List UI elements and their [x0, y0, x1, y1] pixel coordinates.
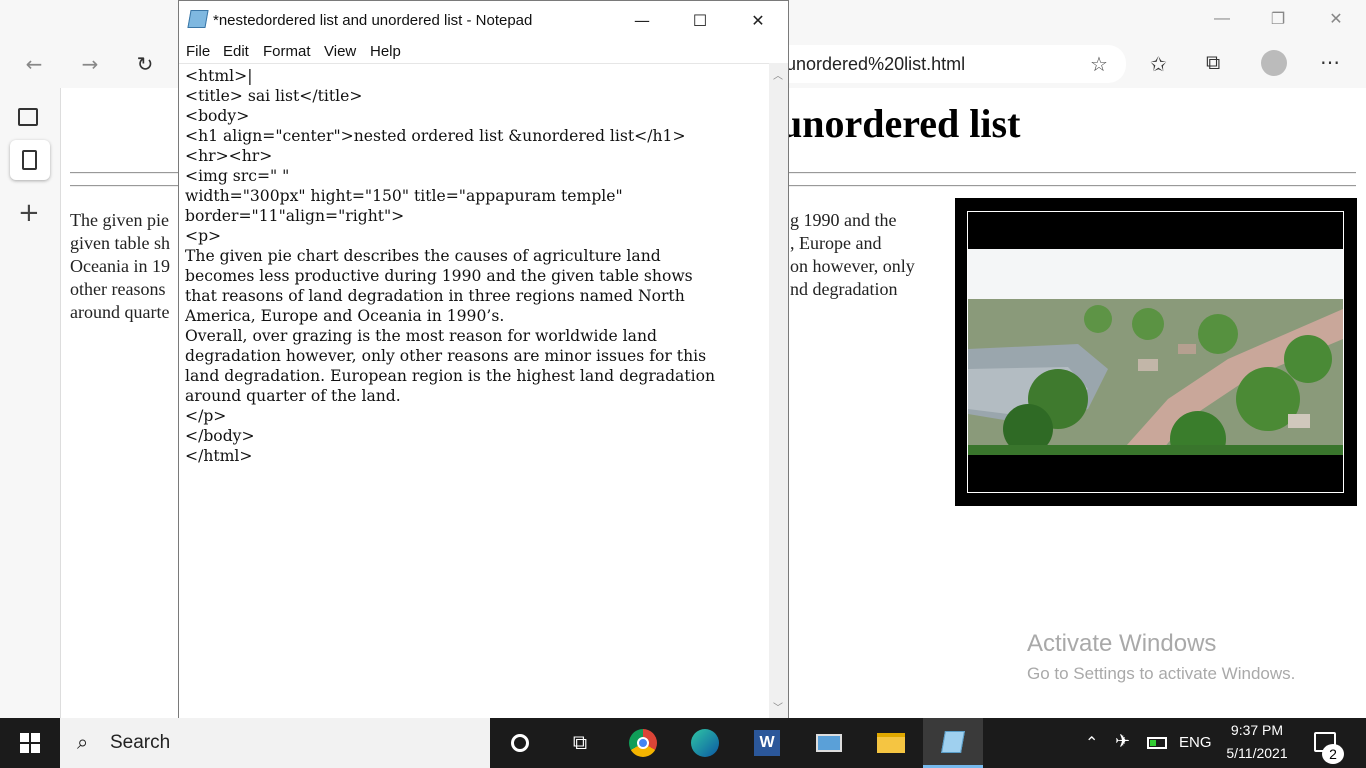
activate-windows-title: Activate Windows	[1027, 630, 1217, 657]
scroll-down-icon[interactable]: ﹀	[773, 699, 783, 714]
menu-help[interactable]: Help	[370, 43, 401, 60]
code-line: becomes less productive during 1990 and …	[185, 267, 693, 285]
code-line: degradation however, only other reasons …	[185, 347, 707, 365]
code-line: border="11"align="right">	[185, 207, 405, 225]
code-line: around quarter of the land.	[185, 387, 401, 405]
menu-file[interactable]: File	[186, 43, 210, 60]
activate-windows-subtitle: Go to Settings to activate Windows.	[1027, 664, 1296, 683]
battery-icon[interactable]	[1147, 737, 1167, 749]
aerial-town-photo	[968, 249, 1343, 455]
desktop-app-icon[interactable]	[799, 718, 859, 768]
code-line: land degradation. European region is the…	[185, 367, 716, 385]
clock-date[interactable]: 5/11/2021	[1222, 745, 1292, 761]
code-line: <img src=" "	[185, 167, 290, 185]
windows-start-icon[interactable]	[20, 733, 40, 753]
minimize-icon[interactable]: —	[1202, 6, 1242, 32]
notepad-window: *nestedordered list and unordered list -…	[178, 0, 789, 718]
menu-edit[interactable]: Edit	[223, 43, 249, 60]
code-line: </html>	[185, 447, 253, 465]
minimize-icon[interactable]: —	[619, 5, 665, 35]
scroll-up-icon[interactable]: ︿	[773, 67, 783, 82]
edge-icon[interactable]	[675, 718, 735, 768]
chrome-icon[interactable]	[613, 718, 673, 768]
page-icon	[22, 150, 37, 170]
back-icon[interactable]: ←	[20, 50, 48, 78]
notepad-titlebar[interactable]: *nestedordered list and unordered list -…	[179, 1, 788, 39]
vertical-tab-active[interactable]	[10, 140, 50, 180]
notepad-text-area[interactable]: <html>| <title> sai list</title> <body> <h1…	[179, 63, 769, 718]
refresh-icon[interactable]: ↻	[131, 50, 159, 78]
page-heading: unordered list	[780, 101, 1021, 146]
notepad-taskbar-icon[interactable]	[923, 718, 983, 768]
code-line: <hr><hr>	[185, 147, 273, 165]
profile-avatar[interactable]	[1261, 50, 1287, 76]
task-view-icon[interactable]: ⧉	[550, 718, 610, 768]
add-favorite-icon[interactable]: ☆	[1090, 52, 1108, 77]
airplane-mode-icon[interactable]: ✈	[1115, 731, 1130, 752]
code-line: </p>	[185, 407, 227, 425]
search-label: Search	[110, 732, 171, 753]
clock-time[interactable]: 9:37 PM	[1222, 722, 1292, 738]
cortana-icon[interactable]	[490, 718, 550, 768]
address-text[interactable]: unordered%20list.html	[786, 54, 965, 75]
menu-view[interactable]: View	[324, 43, 356, 60]
code-text: <html>| <title> sai list</title> <body> <h1…	[185, 66, 715, 466]
menu-format[interactable]: Format	[263, 43, 311, 60]
close-icon[interactable]: ✕	[1316, 6, 1356, 32]
code-line: width="300px" hight="150" title="appapur…	[185, 187, 623, 205]
forward-icon[interactable]: →	[76, 50, 104, 78]
favorites-icon[interactable]: ✩	[1150, 52, 1167, 77]
notepad-app-icon	[187, 10, 209, 28]
more-options-icon[interactable]: ⋯	[1320, 50, 1340, 75]
code-line: America, Europe and Oceania in 1990’s.	[185, 307, 505, 325]
paragraph-right-fragment: g 1990 and the , Europe and on however, …	[790, 210, 915, 299]
chevron-up-icon[interactable]: ⌃	[1085, 733, 1098, 753]
browser-sidebar: +	[0, 88, 60, 718]
notepad-title: *nestedordered list and unordered list -…	[213, 12, 533, 29]
notification-count: 2	[1322, 744, 1344, 764]
code-line: <title> sai list</title>	[185, 87, 363, 105]
code-line: <h1 align="center">nested ordered list &…	[185, 127, 686, 145]
code-line: </body>	[185, 427, 255, 445]
paragraph-left-fragment: The given pie given table sh Oceania in …	[70, 210, 170, 322]
maximize-icon[interactable]: ☐	[677, 5, 723, 35]
notepad-menubar: File Edit Format View Help	[179, 39, 788, 63]
close-icon[interactable]: ✕	[735, 5, 781, 35]
code-line: <p>	[185, 227, 222, 245]
code-line: <body>	[185, 107, 250, 125]
code-line: The given pie chart describes the causes…	[185, 247, 661, 265]
collections-icon[interactable]: ⧉	[1206, 52, 1220, 75]
search-icon: ⌕	[77, 730, 89, 754]
tab-actions-icon[interactable]	[18, 108, 38, 126]
restore-icon[interactable]: ❐	[1258, 6, 1298, 32]
vertical-scrollbar[interactable]: ︿ ﹀	[769, 63, 788, 718]
word-icon[interactable]: W	[737, 718, 797, 768]
language-indicator[interactable]: ENG	[1179, 734, 1212, 751]
file-explorer-icon[interactable]	[861, 718, 921, 768]
code-line: Overall, over grazing is the most reason…	[185, 327, 657, 345]
code-line: <html>|	[185, 67, 253, 85]
code-line: that reasons of land degradation in thre…	[185, 287, 685, 305]
new-tab-icon[interactable]: +	[18, 198, 40, 228]
